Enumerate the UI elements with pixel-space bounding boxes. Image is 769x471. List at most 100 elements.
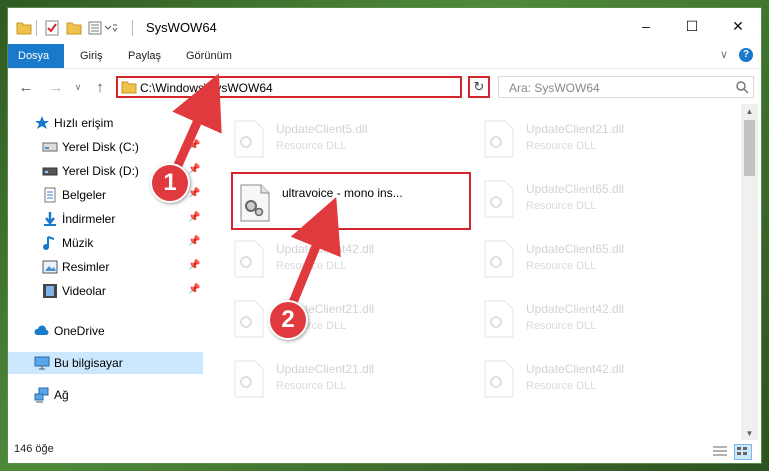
sidebar-item-label: Yerel Disk (C:) [62, 140, 139, 154]
address-bar[interactable]: C:\Windows\SysWOW64 [116, 76, 462, 98]
dll-file-icon [483, 360, 515, 398]
sidebar-item-videos[interactable]: Videolar 📌 [8, 280, 203, 302]
sidebar-item-label: Resimler [62, 260, 110, 274]
scroll-up-icon[interactable]: ▲ [741, 104, 758, 118]
pin-icon: 📌 [188, 260, 201, 271]
step-1-callout: 1 [150, 163, 190, 203]
forward-button[interactable]: → [46, 77, 66, 97]
pictures-icon [42, 259, 58, 275]
ribbon-tabs: Dosya Giriş Paylaş Görünüm ∨ ? [8, 44, 761, 68]
network-icon [34, 387, 50, 403]
ribbon-expand-icon[interactable]: ∨ [720, 48, 728, 61]
navigation-pane: Hızlı erişim Yerel Disk (C:) 📌 Yerel Dis… [8, 104, 203, 440]
qat-customize-icon[interactable] [88, 20, 118, 36]
file-type: Resource DLL [276, 260, 347, 272]
file-name: UpdateClient21.dll [526, 122, 625, 136]
dll-file-icon [483, 240, 515, 278]
large-icons-view-icon[interactable] [734, 444, 752, 460]
item-count: 146 öğe [14, 443, 54, 455]
list-item[interactable]: UpdateClient21.dll Resource DLL [483, 116, 713, 164]
up-button[interactable]: ↑ [90, 77, 110, 97]
vertical-scrollbar[interactable]: ▲ ▼ [741, 104, 758, 440]
file-name: UpdateClient5.dll [276, 122, 368, 136]
sidebar-item-network[interactable]: Ağ [8, 384, 203, 406]
address-path: C:\Windows\SysWOW64 [140, 81, 273, 95]
tab-giris[interactable]: Giriş [70, 44, 113, 68]
scroll-down-icon[interactable]: ▼ [741, 426, 758, 440]
sidebar-item-pictures[interactable]: Resimler 📌 [8, 256, 203, 278]
back-button[interactable]: ← [16, 77, 36, 97]
file-name: UpdateClient65.dll [526, 182, 625, 196]
minimize-button[interactable]: – [623, 8, 669, 44]
refresh-button[interactable]: ↻ [468, 76, 490, 98]
file-name: UpdateClient42.dll [276, 242, 375, 256]
sidebar-item-onedrive[interactable]: OneDrive [8, 320, 203, 342]
scrollbar-thumb[interactable] [744, 120, 755, 176]
window-title: SysWOW64 [146, 20, 217, 35]
file-type: Resource DLL [526, 260, 597, 272]
cloud-icon [34, 323, 50, 339]
file-list: UpdateClient5.dll Resource DLL UpdateCli… [213, 104, 741, 440]
sidebar-item-label: Ağ [54, 388, 69, 402]
maximize-button[interactable]: ☐ [669, 8, 715, 44]
sidebar-item-label: Yerel Disk (D:) [62, 164, 139, 178]
tab-dosya[interactable]: Dosya [8, 44, 64, 68]
pin-icon: 📌 [188, 236, 201, 247]
pin-icon: 📌 [188, 188, 201, 199]
list-item[interactable]: UpdateClient65.dll Resource DLL [483, 176, 713, 224]
file-type: Resource DLL [276, 140, 347, 152]
list-item[interactable]: UpdateClient5.dll Resource DLL [233, 116, 463, 164]
sidebar-item-disk-c[interactable]: Yerel Disk (C:) 📌 [8, 136, 203, 158]
explorer-window: SysWOW64 – ☐ ✕ Dosya Giriş Paylaş Görünü… [8, 8, 761, 463]
file-type: Resource DLL [526, 320, 597, 332]
sidebar-item-quick-access[interactable]: Hızlı erişim [8, 112, 203, 134]
star-icon [34, 115, 50, 131]
dll-file-icon [483, 180, 515, 218]
sidebar-item-label: OneDrive [54, 324, 105, 338]
search-icon [735, 80, 749, 97]
recent-locations-button[interactable]: ∨ [68, 77, 88, 97]
folder-icon [16, 20, 32, 36]
details-view-icon[interactable] [712, 444, 728, 458]
list-item[interactable]: UpdateClient65.dll Resource DLL [483, 236, 713, 284]
file-name: UpdateClient65.dll [526, 242, 625, 256]
search-placeholder: Ara: SysWOW64 [509, 81, 600, 95]
dll-file-icon [483, 300, 515, 338]
sidebar-item-label: Hızlı erişim [54, 116, 114, 130]
status-bar: 146 öğe [8, 440, 761, 463]
tab-gorunum[interactable]: Görünüm [176, 44, 242, 68]
properties-icon[interactable] [44, 20, 60, 36]
sidebar-item-music[interactable]: Müzik 📌 [8, 232, 203, 254]
close-button[interactable]: ✕ [715, 8, 761, 44]
sidebar-item-downloads[interactable]: İndirmeler 📌 [8, 208, 203, 230]
file-type: Resource DLL [526, 380, 597, 392]
list-item[interactable]: UpdateClient42.dll Resource DLL [483, 296, 713, 344]
download-icon [42, 211, 58, 227]
sidebar-item-label: Müzik [62, 236, 94, 250]
dll-file-icon [233, 300, 265, 338]
dll-file-icon [233, 120, 265, 158]
help-icon[interactable]: ? [739, 48, 753, 62]
pin-icon: 📌 [188, 164, 201, 175]
file-type: Resource DLL [526, 140, 597, 152]
file-highlight-box [231, 172, 471, 230]
sidebar-item-label: Belgeler [62, 188, 107, 202]
file-type: Resource DLL [276, 380, 347, 392]
navigation-bar: ← → ∨ ↑ C:\Windows\SysWOW64 ∨ ↻ Ara: Sys… [8, 68, 761, 105]
dll-file-icon [483, 120, 515, 158]
sidebar-item-this-pc[interactable]: Bu bilgisayar [8, 352, 203, 374]
new-folder-icon[interactable] [66, 20, 82, 36]
search-box[interactable]: Ara: SysWOW64 [498, 76, 754, 98]
file-type: Resource DLL [526, 200, 597, 212]
file-name: UpdateClient21.dll [276, 362, 375, 376]
list-item[interactable]: UpdateClient42.dll Resource DLL [233, 236, 463, 284]
drive-icon [42, 163, 58, 179]
file-name: UpdateClient42.dll [526, 362, 625, 376]
list-item[interactable]: UpdateClient42.dll Resource DLL [483, 356, 713, 404]
sidebar-item-label: İndirmeler [62, 212, 116, 226]
title-separator [132, 20, 133, 36]
video-icon [42, 283, 58, 299]
file-name: UpdateClient42.dll [526, 302, 625, 316]
list-item[interactable]: UpdateClient21.dll Resource DLL [233, 356, 463, 404]
tab-paylas[interactable]: Paylaş [118, 44, 171, 68]
